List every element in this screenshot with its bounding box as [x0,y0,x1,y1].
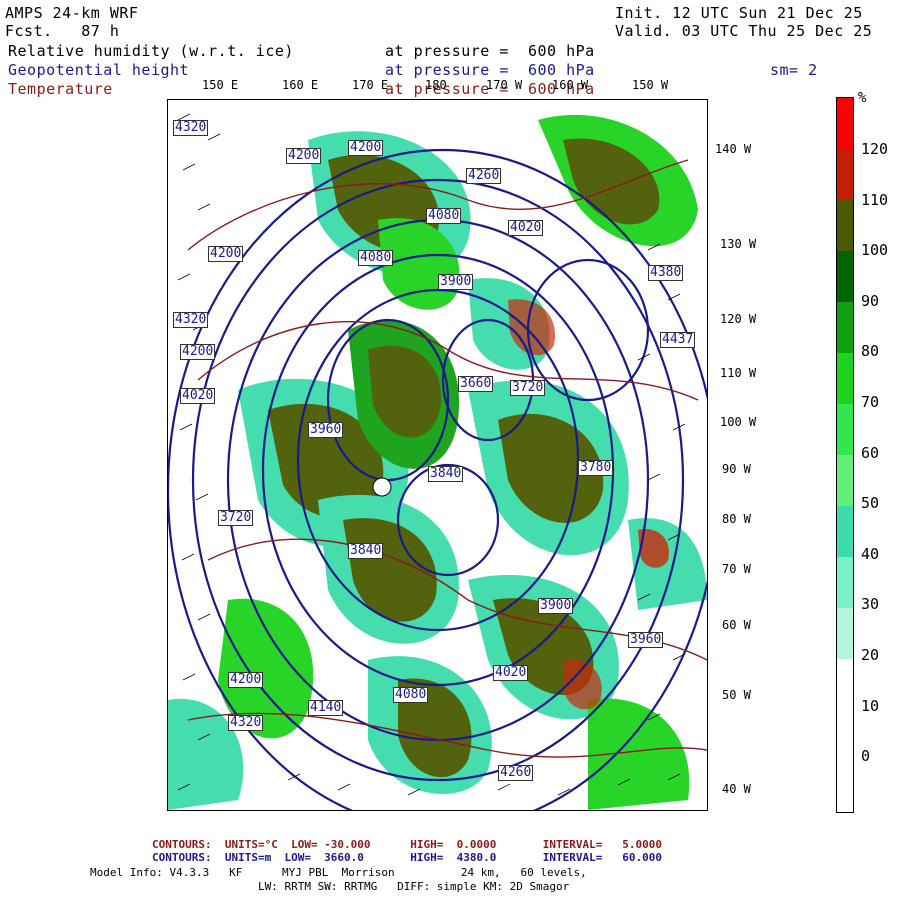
field-rh-pressure: at pressure = 600 hPa [385,42,595,60]
lon-label-right: 40 W [722,782,751,796]
init-time: Init. 12 UTC Sun 21 Dec 25 [615,4,863,22]
colorbar-segment [837,659,853,710]
footer-height-contours: CONTOURS: UNITS=m LOW= 3660.0 HIGH= 4380… [152,851,662,864]
footer-temp-contours: CONTOURS: UNITS=°C LOW= -30.000 HIGH= 0.… [152,838,662,851]
height-label: 4020 [493,665,529,681]
lon-label-top: 160 W [552,78,589,92]
height-label: 4200 [348,140,384,156]
colorbar-segment [837,302,853,353]
colorbar-segment [837,761,853,812]
height-label: 4020 [508,220,544,236]
height-label: 4020 [180,388,216,404]
colorbar-tick-label: 0 [861,747,871,766]
height-label: 4080 [393,687,429,703]
lon-label-right: 100 W [720,415,757,429]
smoothing-label: sm= 2 [770,61,818,79]
lon-label-top: 170 E [352,78,389,92]
height-label: 3960 [628,632,664,648]
colorbar-segment [837,710,853,761]
height-label: 3720 [218,510,254,526]
lon-label-right: 120 W [720,312,757,326]
colorbar-tick-label: 80 [861,342,880,361]
height-label: 3780 [578,460,614,476]
lon-label-right: 90 W [722,462,751,476]
colorbar-segment [837,353,853,404]
colorbar-tick-label: 20 [861,646,880,664]
height-label: 4200 [228,672,264,688]
height-label: 3960 [308,422,344,438]
lon-label-top: 180 [425,78,447,92]
colorbar-tick-label: 70 [861,393,880,411]
height-label: 3840 [348,543,384,559]
height-label: 4200 [180,344,216,360]
lon-label-top: 160 E [282,78,319,92]
height-label: 4437 [660,332,696,348]
colorbar-segment [837,455,853,506]
height-label: 4380 [648,265,684,281]
colorbar-tick-label: 100 [861,241,889,260]
height-label: 3840 [428,466,464,482]
valid-time: Valid. 03 UTC Thu 25 Dec 25 [615,22,873,40]
height-label: 4200 [208,246,244,262]
colorbar-segment [837,557,853,608]
lon-label-top: 150 E [202,78,239,92]
forecast-hour: Fcst. 87 h [5,22,120,40]
footer-model-info-2: LW: RRTM SW: RRTMG DIFF: simple KM: 2D S… [258,880,570,893]
colorbar-tick-label: 120 [861,140,889,158]
height-label: 4080 [426,208,462,224]
weather-map [168,113,707,810]
colorbar-tick-label: 90 [861,291,880,310]
field-height-pressure: at pressure = 600 hPa [385,61,595,79]
colorbar-segment [837,98,853,149]
height-label: 4260 [466,168,502,184]
lon-label-top: 170 W [486,78,523,92]
colorbar-tick-label: 110 [861,190,889,209]
footer-model-info: Model Info: V4.3.3 KF MYJ PBL Morrison 2… [90,866,587,879]
colorbar-segment [837,251,853,302]
height-label: 4320 [173,312,209,328]
height-label: 4320 [228,715,264,731]
height-label: 4260 [498,765,534,781]
colorbar-tick-label: 50 [861,494,880,513]
lon-label-right: 60 W [722,618,751,632]
pole-marker [372,477,392,497]
colorbar-tick-label: 40 [861,544,880,563]
colorbar-tick-label: 30 [861,595,880,614]
model-title: AMPS 24-km WRF [5,4,139,22]
height-label: 3720 [510,380,546,396]
colorbar-segment [837,404,853,455]
height-label: 4200 [286,148,322,164]
colorbar-segment [837,200,853,251]
lon-label-right: 70 W [722,562,751,576]
colorbar-tick-label: 60 [861,443,880,462]
field-height-label: Geopotential height [8,61,190,79]
height-label: 4080 [358,250,394,266]
lon-label-right: 130 W [720,237,757,251]
colorbar-unit: % [858,90,867,106]
map-panel: 4320 4200 4200 4260 4080 4020 4200 4320 … [167,99,708,811]
lon-label-right: 140 W [715,142,752,156]
lon-label-top: 150 W [632,78,669,92]
colorbar-tick-label: 10 [861,696,880,715]
colorbar-segment [837,608,853,659]
height-label: 3900 [538,598,574,614]
colorbar-segment [837,506,853,557]
height-label: 3900 [438,274,474,290]
height-label: 4140 [308,700,344,716]
field-rh-label: Relative humidity (w.r.t. ice) [8,42,294,60]
lon-label-right: 110 W [720,366,757,380]
height-label: 3660 [458,376,494,392]
lon-label-right: 50 W [722,688,751,702]
colorbar-segment [837,149,853,200]
field-temp-label: Temperature [8,80,113,98]
colorbar [836,97,854,813]
height-label: 4320 [173,120,209,136]
lon-label-right: 80 W [722,512,751,526]
